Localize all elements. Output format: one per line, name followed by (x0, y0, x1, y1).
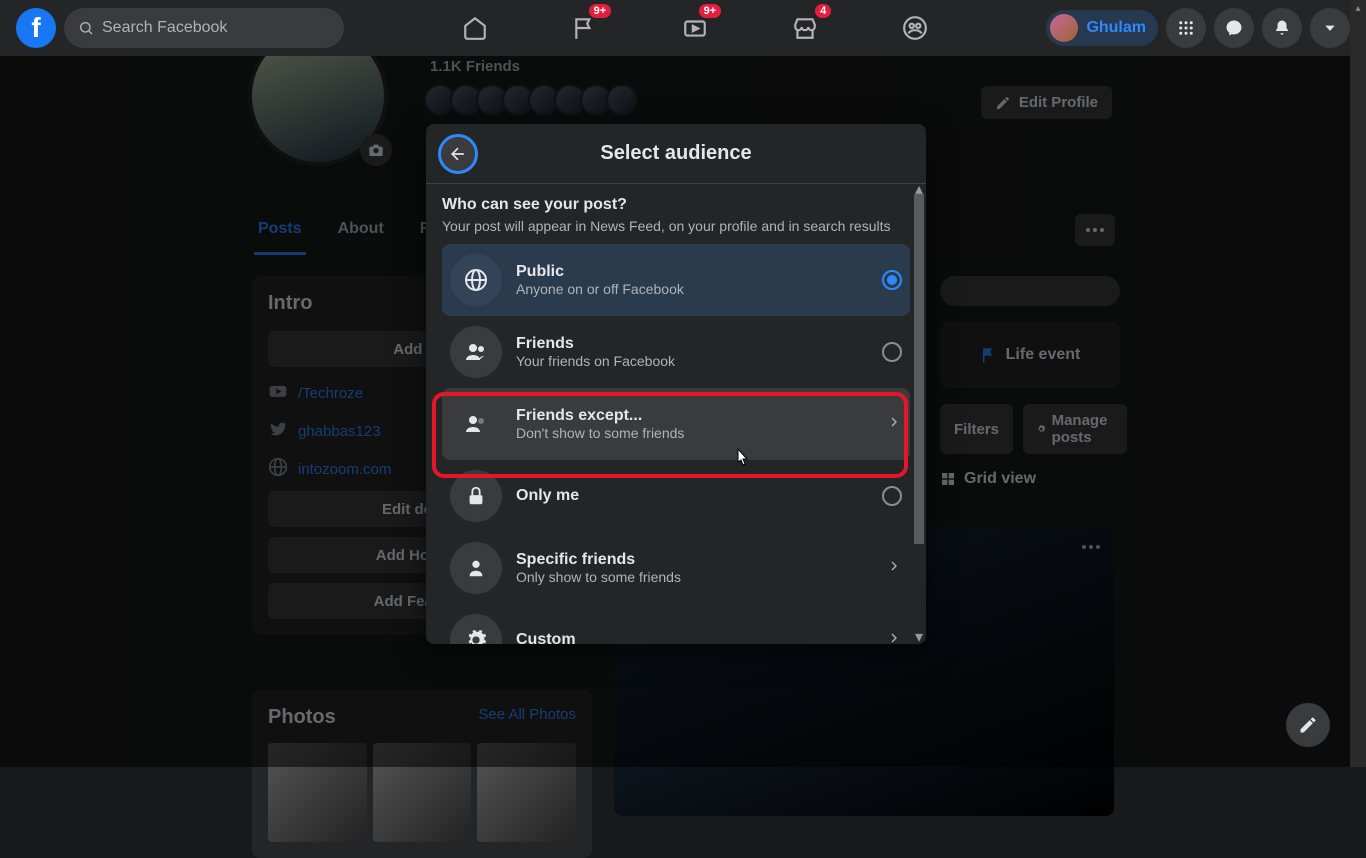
chevron-down-icon (1323, 21, 1337, 35)
modal-description: Your post will appear in News Feed, on y… (442, 218, 910, 234)
chevron-right-icon (886, 630, 902, 645)
nav-marketplace[interactable]: 4 (785, 8, 825, 48)
top-nav: f Search Facebook 9+ 9+ 4 Ghulam (0, 0, 1366, 56)
select-audience-modal: Select audience Who can see your post? Y… (426, 124, 926, 644)
nav-pages[interactable]: 9+ (565, 8, 605, 48)
option-friends-except-sub: Don't show to some friends (516, 425, 872, 441)
badge-market: 4 (815, 4, 831, 18)
groups-icon (902, 15, 928, 41)
radio-only-me[interactable] (882, 486, 902, 506)
option-friends-except[interactable]: Friends except... Don't show to some fri… (442, 388, 910, 460)
nav-watch[interactable]: 9+ (675, 8, 715, 48)
scroll-up-arrow[interactable]: ▴ (914, 184, 924, 194)
modal-title: Select audience (600, 142, 751, 165)
radio-public[interactable] (882, 270, 902, 290)
modal-body: Who can see your post? Your post will ap… (426, 184, 926, 644)
grid-icon (1177, 19, 1195, 37)
option-friends-sub: Your friends on Facebook (516, 353, 868, 369)
avatar (1050, 14, 1078, 42)
public-icon (450, 254, 502, 306)
option-public[interactable]: Public Anyone on or off Facebook (442, 244, 910, 316)
bell-icon (1273, 19, 1291, 37)
facebook-logo[interactable]: f (16, 8, 56, 48)
messenger-icon (1225, 19, 1243, 37)
option-only-me-title: Only me (516, 487, 868, 505)
badge-pages: 9+ (589, 4, 612, 18)
specific-icon (450, 542, 502, 594)
account-button[interactable] (1310, 8, 1350, 48)
watch-icon (682, 15, 708, 41)
edit-fab[interactable] (1286, 703, 1330, 747)
edit-icon (1298, 715, 1318, 735)
gear-icon (450, 614, 502, 644)
option-friends[interactable]: Friends Your friends on Facebook (442, 316, 910, 388)
chevron-right-icon (886, 558, 902, 579)
scroll-down-arrow[interactable]: ▾ (914, 632, 924, 642)
option-specific-sub: Only show to some friends (516, 569, 872, 585)
username: Ghulam (1086, 19, 1146, 37)
page-scrollbar[interactable]: ▴ (1350, 0, 1366, 767)
radio-friends[interactable] (882, 342, 902, 362)
option-custom[interactable]: Custom (442, 604, 910, 644)
marketplace-icon (792, 15, 818, 41)
home-icon (462, 15, 488, 41)
back-button[interactable] (438, 134, 478, 174)
option-public-sub: Anyone on or off Facebook (516, 281, 868, 297)
menu-button[interactable] (1166, 8, 1206, 48)
friends-icon (450, 326, 502, 378)
modal-header: Select audience (426, 124, 926, 184)
chevron-right-icon (886, 414, 902, 435)
page-scroll-up[interactable]: ▴ (1350, 0, 1366, 16)
option-friends-title: Friends (516, 335, 868, 353)
option-only-me[interactable]: Only me (442, 460, 910, 532)
nav-home[interactable] (455, 8, 495, 48)
profile-chip[interactable]: Ghulam (1046, 10, 1158, 46)
modal-scrollbar-thumb[interactable] (914, 194, 924, 544)
arrow-left-icon (448, 144, 468, 164)
flag-icon (572, 15, 598, 41)
modal-question: Who can see your post? (442, 196, 910, 214)
right-cluster: Ghulam (1046, 8, 1350, 48)
search-icon (78, 20, 94, 36)
nav-groups[interactable] (895, 8, 935, 48)
search-placeholder: Search Facebook (102, 19, 227, 37)
lock-icon (450, 470, 502, 522)
option-public-title: Public (516, 263, 868, 281)
option-friends-except-title: Friends except... (516, 407, 872, 425)
search-input[interactable]: Search Facebook (64, 8, 344, 48)
friends-except-icon (450, 398, 502, 450)
notifications-button[interactable] (1262, 8, 1302, 48)
option-custom-title: Custom (516, 631, 872, 644)
messenger-button[interactable] (1214, 8, 1254, 48)
option-specific[interactable]: Specific friends Only show to some frien… (442, 532, 910, 604)
option-specific-title: Specific friends (516, 551, 872, 569)
badge-watch: 9+ (699, 4, 722, 18)
center-nav: 9+ 9+ 4 (344, 8, 1046, 48)
